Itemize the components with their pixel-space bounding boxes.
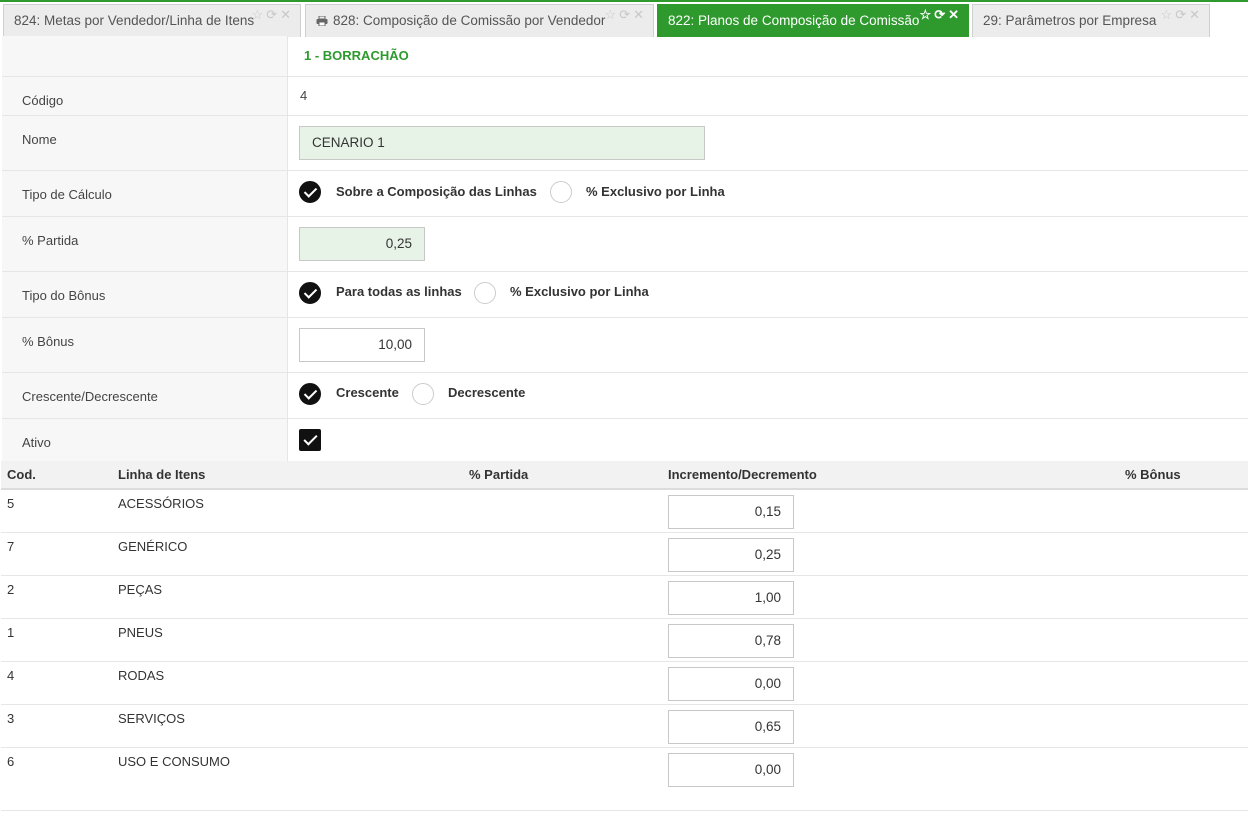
close-icon[interactable]: ✕ (633, 5, 647, 30)
row-linha: PEÇAS (118, 582, 163, 597)
partida-input[interactable]: 0,25 (299, 227, 425, 261)
nome-label: Nome (22, 132, 57, 147)
ativo-label: Ativo (22, 435, 51, 450)
table-header: Cod. Linha de Itens % Partida Incremento… (1, 461, 1248, 490)
tipo-bonus-radio-todas[interactable] (299, 282, 321, 304)
tab-label: 824: Metas por Vendedor/Linha de Itens (14, 13, 255, 28)
row-incremento-input[interactable]: 0,15 (668, 495, 794, 529)
row-cod: 5 (7, 496, 15, 511)
row-incremento-input[interactable]: 0,25 (668, 538, 794, 572)
row-cod: 3 (7, 711, 15, 726)
tab-composicao-comissao[interactable]: 828: Composição de Comissão por Vendedor… (305, 4, 654, 37)
row-cod: 2 (7, 582, 15, 597)
section-header-row: 1 - BORRACHÃO (2, 36, 1248, 77)
row-linha: RODAS (118, 668, 165, 683)
row-linha: GENÉRICO (118, 539, 188, 554)
tab-parametros-empresa[interactable]: 29: Parâmetros por Empresa ☆⟳✕ (972, 4, 1210, 37)
table-row: 5 ACESSÓRIOS 0,15 (1, 490, 1248, 533)
table-row: 6 USO E CONSUMO 0,00 (1, 748, 1248, 791)
refresh-icon[interactable]: ⟳ (266, 5, 280, 30)
codigo-row: Código 4 (2, 77, 1248, 116)
row-incremento-input[interactable]: 0,00 (668, 667, 794, 701)
table-row: 1 PNEUS 0,78 (1, 619, 1248, 662)
crescente-radio[interactable] (299, 383, 321, 405)
table-row: 4 RODAS 0,00 (1, 662, 1248, 705)
tipo-calculo-radio-exclusivo[interactable] (550, 181, 572, 203)
tipo-bonus-option2-label: % Exclusivo por Linha (510, 284, 649, 299)
star-icon[interactable]: ☆ (605, 5, 620, 30)
close-icon[interactable]: ✕ (1189, 5, 1203, 30)
star-icon[interactable]: ☆ (1161, 5, 1176, 30)
bonus-label: % Bônus (22, 334, 75, 349)
tab-planos-composicao[interactable]: 822: Planos de Composição de Comissão ☆⟳… (657, 4, 969, 37)
row-linha: SERVIÇOS (118, 711, 185, 726)
tipo-bonus-option1-label: Para todas as linhas (336, 284, 462, 299)
crescente-label: Crescente (336, 385, 399, 400)
decrescente-radio[interactable] (412, 383, 434, 405)
tab-label: 828: Composição de Comissão por Vendedor (333, 13, 606, 28)
row-incremento-input[interactable]: 0,00 (668, 753, 794, 787)
tipo-bonus-radio-exclusivo[interactable] (474, 282, 496, 304)
refresh-icon[interactable]: ⟳ (1175, 5, 1189, 30)
cresc-decresc-row: Crescente/Decrescente Crescente Decresce… (2, 373, 1248, 419)
codigo-label: Código (22, 93, 64, 108)
col-cod-header[interactable]: Cod. (7, 467, 36, 482)
decrescente-label: Decrescente (448, 385, 526, 400)
tab-metas-vendedor[interactable]: 824: Metas por Vendedor/Linha de Itens ☆… (3, 4, 301, 37)
tab-label: 822: Planos de Composição de Comissão (668, 13, 920, 28)
row-cod: 4 (7, 668, 15, 683)
star-icon[interactable]: ☆ (252, 5, 267, 30)
col-linha-header[interactable]: Linha de Itens (118, 467, 205, 482)
section-title: 1 - BORRACHÃO (304, 48, 409, 63)
table-row: 7 GENÉRICO 0,25 (1, 533, 1248, 576)
partida-row: % Partida 0,25 (2, 217, 1248, 272)
row-cod: 6 (7, 754, 15, 769)
ativo-checkbox[interactable] (299, 429, 321, 451)
table-row: 3 SERVIÇOS 0,65 (1, 705, 1248, 748)
refresh-icon[interactable]: ⟳ (934, 5, 948, 30)
row-cod: 1 (7, 625, 15, 640)
tipo-calculo-row: Tipo de Cálculo Sobre a Composição das L… (2, 171, 1248, 217)
row-linha: ACESSÓRIOS (118, 496, 204, 511)
refresh-icon[interactable]: ⟳ (619, 5, 633, 30)
codigo-value: 4 (300, 88, 308, 103)
close-icon[interactable]: ✕ (948, 5, 962, 30)
tipo-bonus-label: Tipo do Bônus (22, 288, 106, 303)
nome-input[interactable]: CENARIO 1 (299, 126, 705, 160)
bonus-row: % Bônus 10,00 (2, 318, 1248, 373)
row-linha: PNEUS (118, 625, 163, 640)
row-incremento-input[interactable]: 0,65 (668, 710, 794, 744)
close-icon[interactable]: ✕ (280, 5, 294, 30)
table-bottom-border (1, 810, 1248, 811)
partida-label: % Partida (22, 233, 79, 248)
printer-icon (316, 16, 328, 26)
tipo-calculo-label: Tipo de Cálculo (22, 187, 112, 202)
row-cod: 7 (7, 539, 15, 554)
tipo-bonus-row: Tipo do Bônus Para todas as linhas % Exc… (2, 272, 1248, 318)
col-bonus-header[interactable]: % Bônus (1125, 467, 1181, 482)
bonus-input[interactable]: 10,00 (299, 328, 425, 362)
tab-label: 29: Parâmetros por Empresa (983, 13, 1157, 28)
star-icon[interactable]: ☆ (920, 5, 935, 30)
row-incremento-input[interactable]: 1,00 (668, 581, 794, 615)
cresc-decresc-label: Crescente/Decrescente (22, 389, 158, 404)
col-partida-header[interactable]: % Partida (469, 467, 528, 482)
row-linha: USO E CONSUMO (118, 754, 230, 769)
row-incremento-input[interactable]: 0,78 (668, 624, 794, 658)
col-incremento-header[interactable]: Incremento/Decremento (668, 467, 817, 482)
tipo-calculo-radio-composicao[interactable] (299, 181, 321, 203)
tipo-calculo-option1-label: Sobre a Composição das Linhas (336, 184, 537, 199)
ativo-row: Ativo (2, 419, 1248, 461)
tab-bar: 824: Metas por Vendedor/Linha de Itens ☆… (0, 0, 1248, 37)
nome-row: Nome CENARIO 1 (2, 116, 1248, 171)
table-row: 2 PEÇAS 1,00 (1, 576, 1248, 619)
tipo-calculo-option2-label: % Exclusivo por Linha (586, 184, 725, 199)
